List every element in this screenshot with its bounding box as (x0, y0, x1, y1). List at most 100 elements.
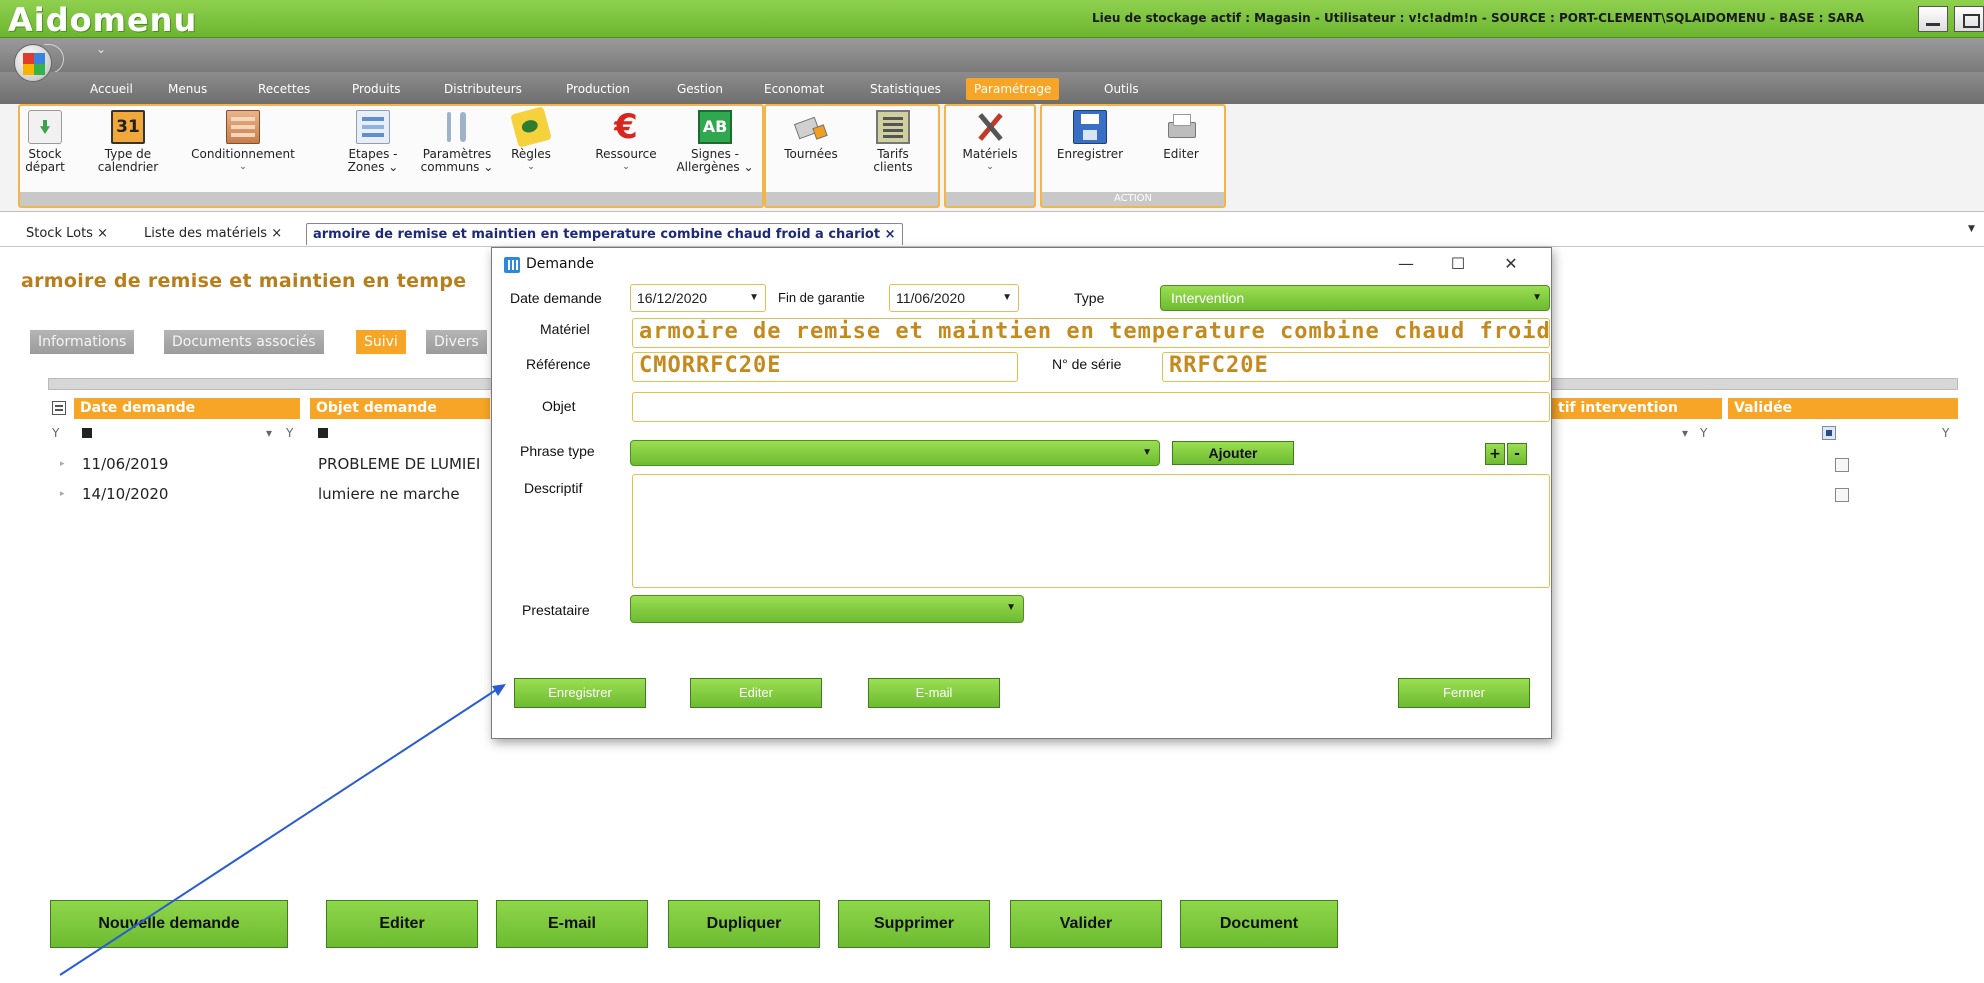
ribbon-conditionnement-button[interactable]: Conditionnement ⌄ (180, 108, 306, 174)
column-header-validee[interactable]: Validée (1728, 398, 1958, 419)
numero-serie-field[interactable]: RRFC20E (1162, 352, 1550, 382)
tabs-dropdown-icon[interactable]: ▼ (1968, 224, 1975, 234)
doc-tab-armoire[interactable]: armoire de remise et maintien en tempera… (306, 223, 903, 245)
ribbon-ressource-button[interactable]: € Ressource ⌄ (590, 108, 662, 174)
reference-field[interactable]: CMORRFC20E (632, 352, 1018, 382)
window-restore-button[interactable] (1954, 6, 1984, 32)
app-icon (504, 257, 520, 273)
menu-tab-production[interactable]: Production (558, 78, 638, 100)
ribbon-tarifs-clients-button[interactable]: Tarifs clients (868, 108, 918, 174)
dialog-maximize-button[interactable]: ☐ (1443, 252, 1473, 276)
dupliquer-button[interactable]: Dupliquer (668, 900, 820, 948)
table-row-date[interactable]: 14/10/2020 (82, 485, 168, 503)
ribbon-stock-depart-button[interactable]: Stock départ (22, 108, 68, 174)
ribbon-etapes-zones-button[interactable]: Etapes - Zones ⌄ (340, 108, 406, 174)
dialog-email-button[interactable]: E-mail (868, 678, 1000, 708)
doc-tab-label: Liste des matériels (144, 226, 268, 241)
page-title: armoire de remise et maintien en tempe (21, 270, 467, 292)
filter-clear-icon[interactable]: Y (286, 426, 293, 440)
editer-button[interactable]: Editer (326, 900, 478, 948)
plus-button[interactable]: + (1485, 443, 1505, 465)
column-header-objet-demande[interactable]: Objet demande (310, 398, 490, 419)
ribbon-regles-button[interactable]: Règles ⌄ (508, 106, 554, 174)
type-select[interactable]: Intervention ▼ (1160, 285, 1550, 311)
dialog-minimize-button[interactable]: — (1391, 252, 1421, 276)
close-icon[interactable]: × (885, 227, 896, 242)
date-demande-picker[interactable]: 16/12/2020 ▼ (630, 284, 766, 312)
column-header-motif-intervention[interactable]: tif intervention (1552, 398, 1722, 419)
subtab-divers[interactable]: Divers (426, 330, 487, 354)
dialog-editer-button[interactable]: Editer (690, 678, 822, 708)
menu-tab-parametrage[interactable]: Paramétrage (966, 78, 1060, 100)
menu-tab-gestion[interactable]: Gestion (669, 78, 731, 100)
chevron-down-icon: ⌄ (388, 160, 399, 174)
ribbon-label: communs ⌄ (414, 161, 500, 174)
column-header-date-demande[interactable]: Date demande (74, 398, 300, 419)
prestataire-select[interactable]: ▼ (630, 595, 1024, 623)
filter-caret-icon[interactable]: ▾ (266, 426, 272, 440)
ribbon-type-calendrier-button[interactable]: 31 Type de calendrier (88, 108, 168, 174)
dialog-title: Demande (526, 256, 594, 272)
menu-tab-accueil[interactable]: Accueil (82, 78, 141, 100)
dialog-enregistrer-button[interactable]: Enregistrer (514, 678, 646, 708)
subtab-suivi[interactable]: Suivi (356, 330, 406, 354)
valider-button[interactable]: Valider (1010, 900, 1162, 948)
filter-operator-icon[interactable] (82, 428, 92, 438)
filter-operator-icon[interactable] (318, 428, 328, 438)
doc-tab-liste-materiels[interactable]: Liste des matériels × (144, 223, 282, 245)
ribbon-parametres-communs-button[interactable]: Paramètres communs ⌄ (414, 108, 500, 174)
app-menu-button[interactable] (14, 44, 52, 82)
ribbon-label: Allergènes ⌄ (674, 161, 756, 174)
ribbon-materiels-button[interactable]: Matériels ⌄ (954, 108, 1026, 174)
fin-garantie-picker[interactable]: 11/06/2020 ▼ (889, 284, 1019, 312)
filter-validee-checkbox[interactable] (1822, 426, 1836, 440)
type-select-value: Intervention (1171, 290, 1245, 306)
phrase-type-select[interactable]: ▼ (630, 440, 1160, 466)
filter-caret-icon[interactable]: ▾ (1682, 426, 1688, 440)
window-minimize-button[interactable] (1918, 6, 1948, 32)
ribbon-label: Zones (347, 160, 385, 174)
ribbon-tournees-button[interactable]: Tournées (778, 108, 844, 161)
ribbon-label: Tournées (784, 147, 838, 161)
filter-row-icon[interactable]: Y (52, 426, 59, 440)
ribbon-signes-allergenes-button[interactable]: AB Signes - Allergènes ⌄ (674, 108, 756, 174)
supprimer-button[interactable]: Supprimer (838, 900, 990, 948)
table-row-date[interactable]: 11/06/2019 (82, 455, 168, 473)
menu-tab-distributeurs[interactable]: Distributeurs (436, 78, 530, 100)
filter-clear-icon[interactable]: Y (1700, 426, 1707, 440)
minus-button[interactable]: - (1507, 443, 1527, 465)
menu-tab-statistiques[interactable]: Statistiques (862, 78, 949, 100)
menu-tab-economat[interactable]: Economat (756, 78, 832, 100)
subtab-documents-associes[interactable]: Documents associés (164, 330, 324, 354)
objet-input[interactable] (632, 392, 1550, 422)
menu-tab-menus[interactable]: Menus (160, 78, 215, 100)
type-label: Type (1074, 290, 1105, 306)
table-row-validee-checkbox[interactable] (1835, 488, 1849, 502)
table-row-validee-checkbox[interactable] (1835, 458, 1849, 472)
objet-label: Objet (542, 398, 576, 414)
ajouter-button[interactable]: Ajouter (1172, 441, 1294, 465)
document-button[interactable]: Document (1180, 900, 1338, 948)
table-row-objet[interactable]: PROBLEME DE LUMIEI (318, 455, 480, 473)
quick-access-chevron-icon[interactable]: ⌄ (96, 42, 106, 56)
dialog-close-button[interactable]: ✕ (1496, 252, 1526, 276)
descriptif-textarea[interactable] (632, 474, 1550, 588)
materiel-field[interactable]: armoire de remise et maintien en tempera… (632, 318, 1550, 348)
menu-tab-outils[interactable]: Outils (1096, 78, 1147, 100)
doc-tab-stock-lots[interactable]: Stock Lots × (26, 223, 108, 245)
email-button[interactable]: E-mail (496, 900, 648, 948)
table-row-objet[interactable]: lumiere ne marche (318, 485, 460, 503)
ribbon-editer-button[interactable]: Editer (1156, 108, 1206, 161)
nouvelle-demande-button[interactable]: Nouvelle demande (50, 900, 288, 948)
menu-tab-recettes[interactable]: Recettes (250, 78, 318, 100)
ribbon-enregistrer-button[interactable]: Enregistrer (1052, 108, 1128, 161)
ribbon-label: Enregistrer (1056, 147, 1124, 161)
menu-tab-produits[interactable]: Produits (344, 78, 409, 100)
filter-clear-icon[interactable]: Y (1942, 426, 1949, 440)
dialog-fermer-button[interactable]: Fermer (1398, 678, 1530, 708)
close-icon[interactable]: × (271, 226, 282, 241)
close-icon[interactable]: × (97, 226, 108, 241)
crate-icon (226, 110, 260, 144)
column-chooser-icon[interactable] (52, 401, 66, 415)
subtab-informations[interactable]: Informations (30, 330, 135, 354)
